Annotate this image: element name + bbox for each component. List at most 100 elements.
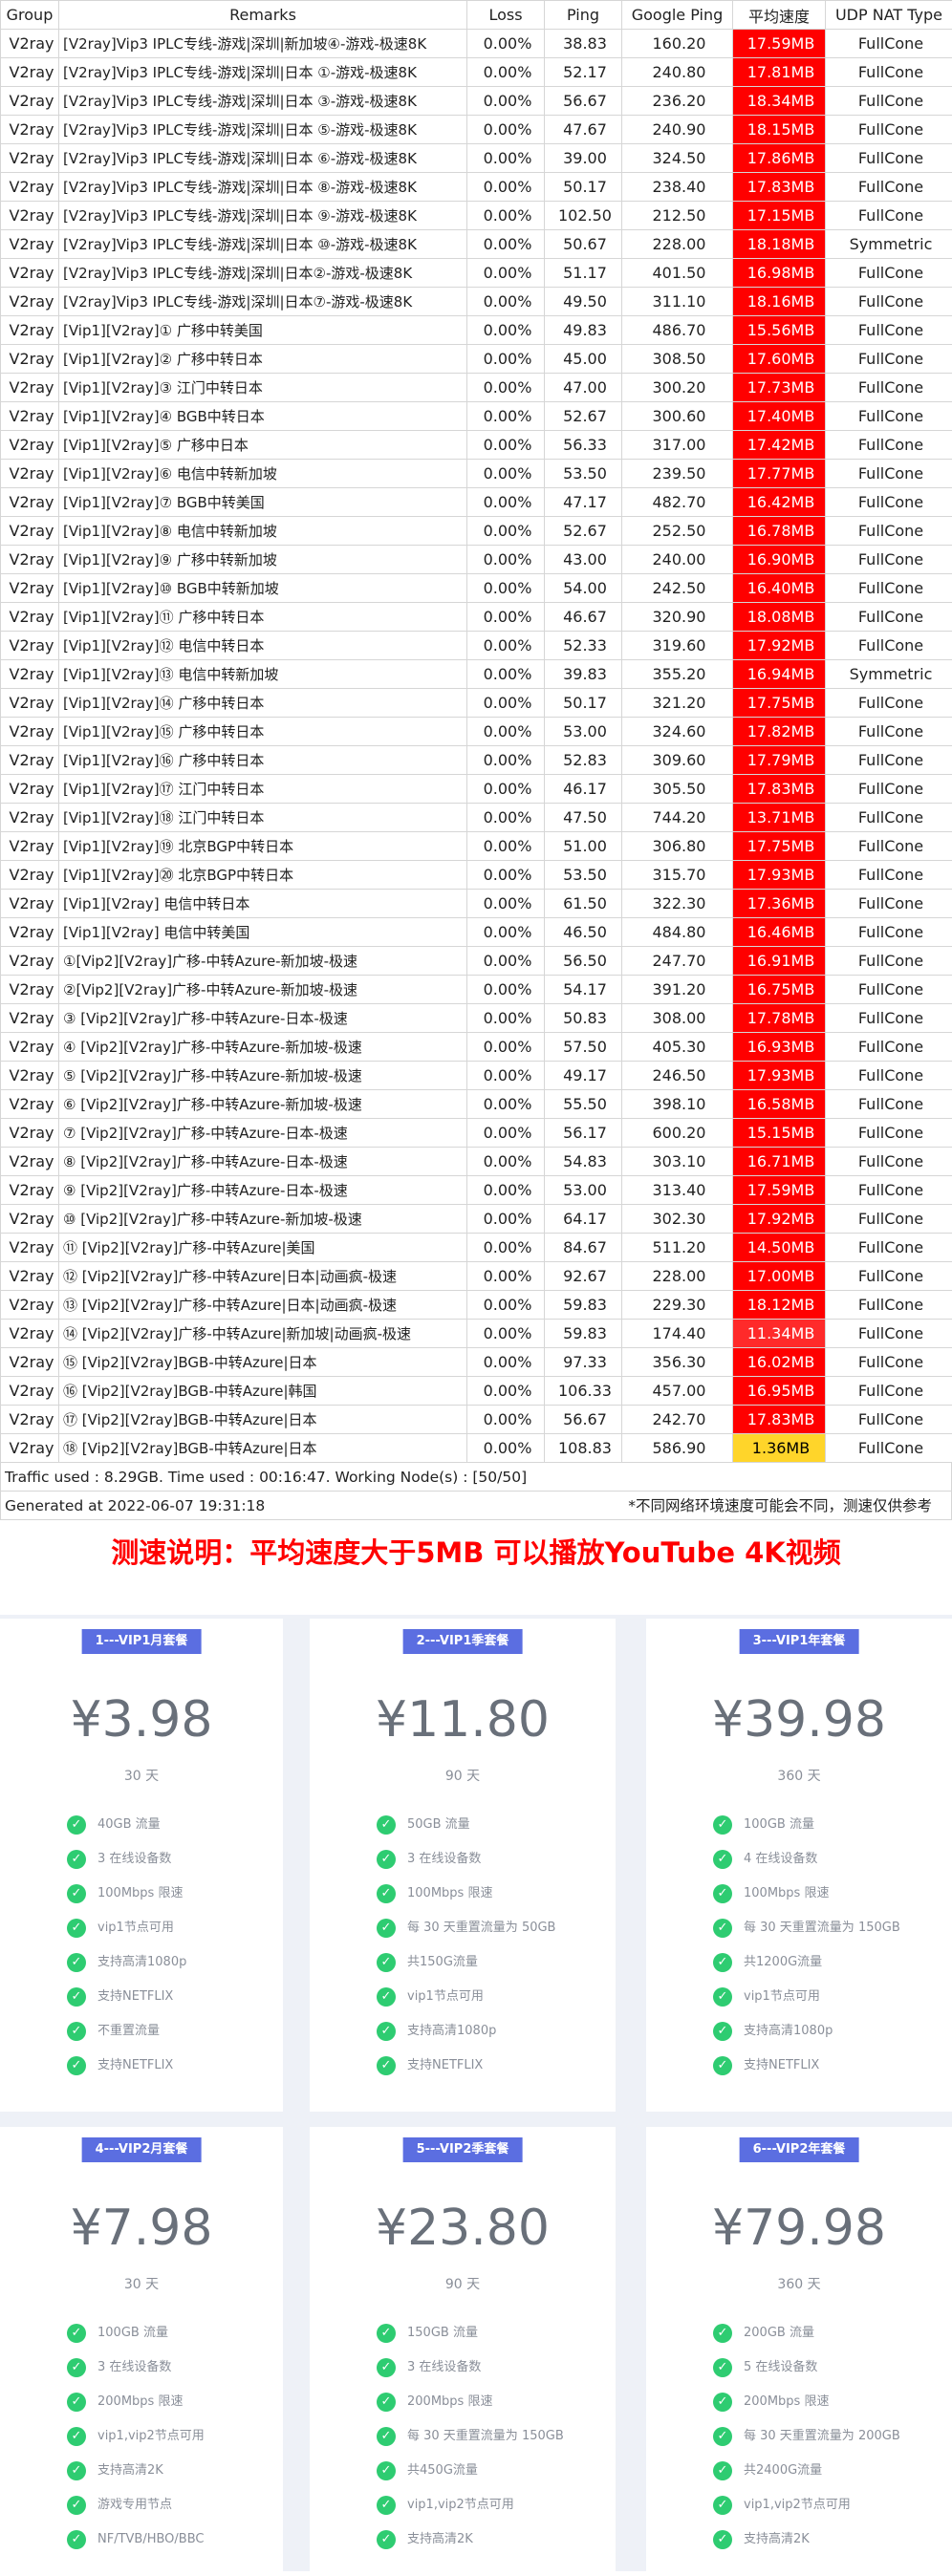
cell-loss: 0.00% (467, 345, 545, 374)
cell-ping: 52.33 (545, 632, 622, 660)
plan-card[interactable]: 2---VIP1季套餐¥11.8090 天✓50GB 流量✓3 在线设备数✓10… (310, 1619, 616, 2112)
check-circle-icon: ✓ (67, 2324, 86, 2343)
plan-feature-text: 100Mbps 限速 (97, 1877, 183, 1911)
cell-remarks: ⑮ [Vip2][V2ray]BGB-中转Azure|日本 (59, 1348, 467, 1377)
plan-feature: ✓100Mbps 限速 (67, 1877, 186, 1911)
cell-ping: 50.83 (545, 1004, 622, 1033)
plan-feature-text: 支持高清1080p (407, 2014, 496, 2049)
cell-google-ping: 311.10 (622, 288, 733, 316)
cell-ping: 53.00 (545, 1176, 622, 1205)
table-row: V2ray①[Vip2][V2ray]广移-中转Azure-新加坡-极速0.00… (1, 947, 952, 976)
cell-remarks: ⑩ [Vip2][V2ray]广移-中转Azure-新加坡-极速 (59, 1205, 467, 1234)
check-circle-icon: ✓ (377, 2530, 396, 2549)
cell-google-ping: 405.30 (622, 1033, 733, 1062)
plan-feature: ✓200Mbps 限速 (377, 2385, 564, 2419)
table-row: V2ray[Vip1][V2ray]⑩ BGB中转新加坡0.00%54.0024… (1, 574, 952, 603)
plan-feature-text: vip1,vip2节点可用 (97, 2419, 205, 2454)
check-circle-icon: ✓ (713, 1850, 732, 1869)
table-row: V2ray[Vip1][V2ray]⑨ 广移中转新加坡0.00%43.00240… (1, 546, 952, 574)
cell-avg-speed: 15.15MB (733, 1119, 826, 1148)
cell-group: V2ray (1, 460, 59, 488)
cell-ping: 50.67 (545, 230, 622, 259)
cell-udp-nat: FullCone (826, 1119, 952, 1148)
cell-avg-speed: 17.77MB (733, 460, 826, 488)
cell-udp-nat: FullCone (826, 1033, 952, 1062)
plan-feature-text: 共150G流量 (407, 1945, 478, 1980)
cell-google-ping: 313.40 (622, 1176, 733, 1205)
plan-feature: ✓支持高清2K (713, 2522, 900, 2557)
table-row: V2ray⑯ [Vip2][V2ray]BGB-中转Azure|韩国0.00%1… (1, 1377, 952, 1406)
plan-feature-text: 100Mbps 限速 (407, 1877, 492, 1911)
cell-ping: 46.67 (545, 603, 622, 632)
cell-google-ping: 317.00 (622, 431, 733, 460)
cell-google-ping: 457.00 (622, 1377, 733, 1406)
plan-feature-text: 支持高清2K (744, 2522, 810, 2557)
cell-group: V2ray (1, 1291, 59, 1320)
cell-google-ping: 302.30 (622, 1205, 733, 1234)
cell-google-ping: 315.70 (622, 861, 733, 890)
cell-group: V2ray (1, 58, 59, 87)
plan-card[interactable]: 1---VIP1月套餐¥3.9830 天✓40GB 流量✓3 在线设备数✓100… (0, 1619, 283, 2112)
table-row: V2ray[V2ray]Vip3 IPLC专线-游戏|深圳|日本②-游戏-极速8… (1, 259, 952, 288)
cell-avg-speed: 17.42MB (733, 431, 826, 460)
check-circle-icon: ✓ (713, 1987, 732, 2007)
cell-remarks: ⑭ [Vip2][V2ray]广移-中转Azure|新加坡|动画疯-极速 (59, 1320, 467, 1348)
table-row: V2ray[Vip1][V2ray]⑲ 北京BGP中转日本0.00%51.003… (1, 832, 952, 861)
cell-group: V2ray (1, 832, 59, 861)
plan-feature: ✓支持高清2K (67, 2454, 205, 2488)
plan-period: 30 天 (0, 1766, 283, 1785)
cell-loss: 0.00% (467, 976, 545, 1004)
cell-loss: 0.00% (467, 87, 545, 116)
cell-group: V2ray (1, 1148, 59, 1176)
table-row: V2ray[Vip1][V2ray]⑮ 广移中转日本0.00%53.00324.… (1, 718, 952, 746)
check-circle-icon: ✓ (377, 2022, 396, 2041)
cell-remarks: [Vip1][V2ray]⑳ 北京BGP中转日本 (59, 861, 467, 890)
table-row: V2ray[V2ray]Vip3 IPLC专线-游戏|深圳|日本 ⑨-游戏-极速… (1, 202, 952, 230)
cell-group: V2ray (1, 1004, 59, 1033)
plan-card[interactable]: 3---VIP1年套餐¥39.98360 天✓100GB 流量✓4 在线设备数✓… (646, 1619, 952, 2112)
cell-ping: 47.17 (545, 488, 622, 517)
cell-loss: 0.00% (467, 1320, 545, 1348)
cell-group: V2ray (1, 718, 59, 746)
cell-google-ping: 252.50 (622, 517, 733, 546)
plan-feature-text: 支持NETFLIX (744, 2049, 819, 2083)
cell-udp-nat: FullCone (826, 1176, 952, 1205)
cell-loss: 0.00% (467, 1176, 545, 1205)
plan-card[interactable]: 4---VIP2月套餐¥7.9830 天✓100GB 流量✓3 在线设备数✓20… (0, 2127, 283, 2576)
cell-ping: 51.00 (545, 832, 622, 861)
cell-remarks: ⑥ [Vip2][V2ray]广移-中转Azure-新加坡-极速 (59, 1090, 467, 1119)
plan-feature-text: 共2400G流量 (744, 2454, 822, 2488)
plan-feature: ✓3 在线设备数 (377, 2351, 564, 2385)
plan-feature: ✓3 在线设备数 (67, 2351, 205, 2385)
cell-ping: 59.83 (545, 1291, 622, 1320)
cell-group: V2ray (1, 488, 59, 517)
cell-avg-speed: 17.83MB (733, 1406, 826, 1434)
cell-udp-nat: FullCone (826, 1090, 952, 1119)
plan-feature-list: ✓40GB 流量✓3 在线设备数✓100Mbps 限速✓vip1节点可用✓支持高… (67, 1808, 186, 2083)
cell-ping: 108.83 (545, 1434, 622, 1463)
cell-ping: 51.17 (545, 259, 622, 288)
cell-ping: 56.50 (545, 947, 622, 976)
table-row: V2ray⑨ [Vip2][V2ray]广移-中转Azure-日本-极速0.00… (1, 1176, 952, 1205)
plan-feature: ✓不重置流量 (67, 2014, 186, 2049)
cell-ping: 52.67 (545, 402, 622, 431)
cell-loss: 0.00% (467, 202, 545, 230)
table-row: V2ray[Vip1][V2ray]④ BGB中转日本0.00%52.67300… (1, 402, 952, 431)
cell-group: V2ray (1, 861, 59, 890)
check-circle-icon: ✓ (713, 2496, 732, 2515)
plan-card[interactable]: 6---VIP2年套餐¥79.98360 天✓200GB 流量✓5 在线设备数✓… (646, 2127, 952, 2576)
check-circle-icon: ✓ (713, 1953, 732, 1972)
cell-ping: 53.50 (545, 861, 622, 890)
plan-feature-text: vip1节点可用 (407, 1980, 484, 2014)
check-circle-icon: ✓ (377, 1953, 396, 1972)
cell-loss: 0.00% (467, 1262, 545, 1291)
cell-avg-speed: 16.91MB (733, 947, 826, 976)
cell-remarks: ⑱ [Vip2][V2ray]BGB-中转Azure|日本 (59, 1434, 467, 1463)
cell-udp-nat: FullCone (826, 1234, 952, 1262)
cell-loss: 0.00% (467, 574, 545, 603)
cell-google-ping: 160.20 (622, 30, 733, 58)
plan-feature: ✓200Mbps 限速 (713, 2385, 900, 2419)
cell-avg-speed: 16.94MB (733, 660, 826, 689)
table-row: V2ray⑬ [Vip2][V2ray]广移-中转Azure|日本|动画疯-极速… (1, 1291, 952, 1320)
plan-card[interactable]: 5---VIP2季套餐¥23.8090 天✓150GB 流量✓3 在线设备数✓2… (310, 2127, 616, 2576)
